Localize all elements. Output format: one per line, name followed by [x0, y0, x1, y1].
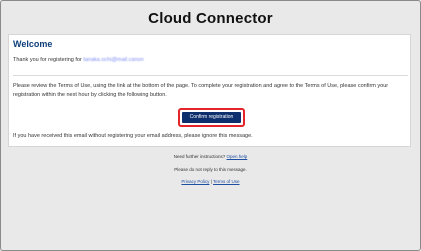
no-reply-text: Please do not reply to this message.	[174, 167, 247, 172]
message-card: Welcome Thank you for registering for ta…	[8, 34, 411, 147]
open-help-link[interactable]: Open help	[227, 154, 248, 159]
confirm-registration-button[interactable]: Confirm registration	[182, 112, 241, 123]
brand-title: Cloud Connector	[148, 10, 273, 27]
privacy-policy-link[interactable]: Privacy Policy	[181, 179, 209, 184]
divider	[13, 75, 408, 76]
review-text: Please review the Terms of Use, using th…	[13, 83, 389, 98]
thanks-line: Thank you for registering for tanaka.och…	[13, 57, 144, 63]
terms-of-use-link[interactable]: Terms of Use	[213, 179, 240, 184]
ignore-text: If you have received this email without …	[13, 133, 253, 139]
registered-email: tanaka.ochi@mail.canon	[83, 57, 144, 63]
help-prefix: Need further instructions?	[173, 154, 226, 159]
welcome-heading: Welcome	[13, 39, 53, 49]
help-line: Need further instructions? Open help	[0, 154, 421, 159]
legal-links: Privacy Policy | Terms of Use	[0, 179, 421, 184]
link-separator: |	[210, 179, 212, 184]
confirm-button-highlight: Confirm registration	[178, 108, 245, 127]
thanks-text: Thank you for registering for	[13, 57, 82, 63]
